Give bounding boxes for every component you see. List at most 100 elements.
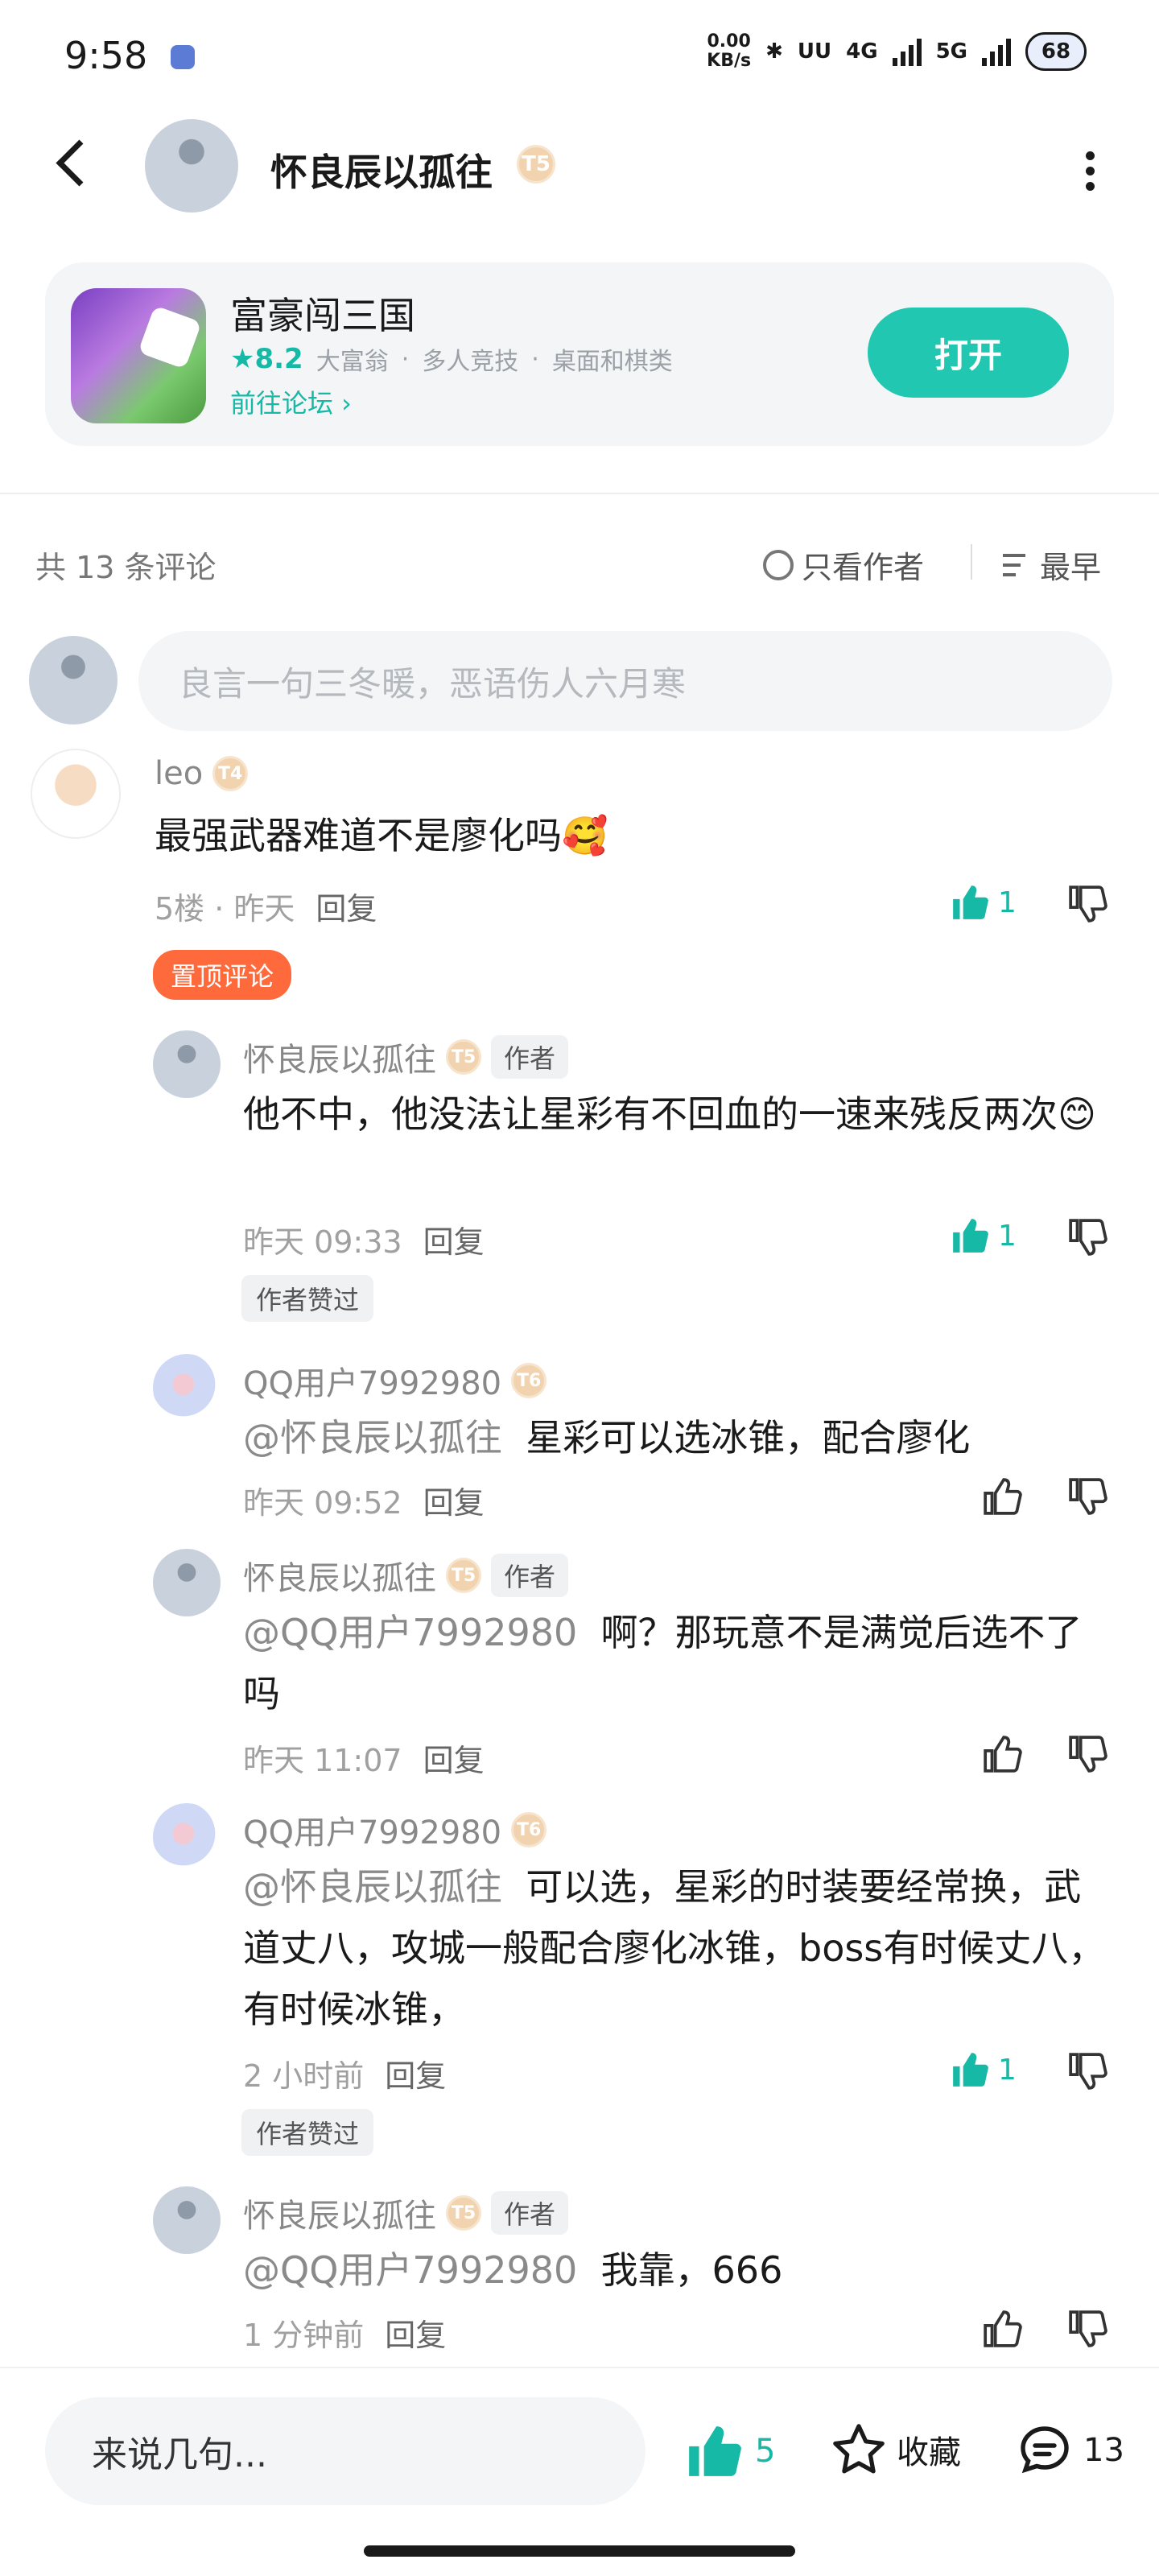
network-4g-label: 4G bbox=[846, 39, 878, 64]
comment-author: 怀良辰以孤往 T5 作者 bbox=[243, 1034, 569, 1080]
reply-input[interactable]: 来说几句... bbox=[45, 2397, 645, 2505]
signal-icon-2 bbox=[982, 37, 1011, 66]
game-tag: 大富翁 bbox=[316, 348, 389, 376]
pinned-badge: 置顶评论 bbox=[153, 950, 292, 1000]
home-indicator[interactable] bbox=[364, 2545, 795, 2557]
more-menu-icon[interactable] bbox=[1082, 151, 1098, 191]
only-author-toggle[interactable]: 只看作者 bbox=[763, 543, 924, 587]
game-title: 富豪闯三国 bbox=[230, 294, 415, 337]
comment-text: 他不中，他没法让星彩有不回血的一速来残反两次😊 bbox=[243, 1092, 1096, 1136]
reply-button[interactable]: 回复 bbox=[423, 1478, 485, 1522]
level-badge: T4 bbox=[212, 756, 249, 791]
reply-button[interactable]: 回复 bbox=[316, 884, 377, 928]
author-tag: 作者 bbox=[491, 1035, 569, 1079]
comment-meta: 2 小时前 回复 bbox=[243, 2051, 446, 2095]
thumbs-up-icon[interactable] bbox=[982, 1734, 1022, 1774]
comment-text: @QQ用户7992980 啊？那玩意不是满觉后选不了吗 bbox=[243, 1611, 1083, 1715]
avatar[interactable] bbox=[153, 1030, 221, 1098]
avatar[interactable] bbox=[153, 1803, 221, 1871]
comment-author: 怀良辰以孤往 T5 作者 bbox=[243, 1552, 569, 1599]
comment-bubble-icon bbox=[1021, 2426, 1069, 2474]
thumbs-up-filled-icon bbox=[950, 2050, 990, 2090]
game-app-icon[interactable] bbox=[71, 288, 206, 423]
comment-meta: 昨天 11:07 回复 bbox=[243, 1736, 485, 1780]
favorite-button[interactable]: 收藏 bbox=[831, 2421, 961, 2478]
avatar[interactable] bbox=[31, 749, 121, 839]
mention[interactable]: @QQ用户7992980 bbox=[243, 2248, 577, 2292]
reply-item: 怀良辰以孤往 T5 作者 @QQ用户7992980 我靠，666 1 分钟前 回… bbox=[0, 2186, 1159, 2355]
app-notification-icon bbox=[171, 45, 195, 69]
like-count: 1 bbox=[998, 1219, 1017, 1253]
like-count: 1 bbox=[998, 2053, 1017, 2087]
like-button[interactable]: 1 bbox=[950, 2050, 1017, 2090]
comment-text: @QQ用户7992980 我靠，666 bbox=[243, 2248, 783, 2292]
divider bbox=[0, 493, 1159, 494]
comment-text: @怀良辰以孤往 可以选，星彩的时装要经常换，武道丈八，攻城一般配合廖化冰锥，bo… bbox=[243, 1865, 1106, 2031]
thumbs-up-icon[interactable] bbox=[982, 2309, 1022, 2349]
avatar[interactable] bbox=[153, 1354, 221, 1422]
author-name[interactable]: 怀良辰以孤往 bbox=[270, 143, 493, 196]
reply-button[interactable]: 回复 bbox=[423, 1217, 485, 1261]
thumbs-down-icon[interactable] bbox=[1067, 884, 1107, 924]
mention[interactable]: @怀良辰以孤往 bbox=[243, 1416, 502, 1459]
thumbs-down-icon[interactable] bbox=[1067, 1217, 1107, 1257]
game-rating: ★8.2 bbox=[230, 343, 303, 375]
like-button[interactable]: 1 bbox=[950, 882, 1017, 923]
comment-input[interactable]: 良言一句三冬暖，恶语伤人六月寒 bbox=[138, 631, 1112, 731]
radio-icon[interactable] bbox=[763, 549, 794, 580]
tag-separator: · bbox=[531, 345, 539, 374]
my-avatar bbox=[29, 636, 118, 724]
reply-item: QQ用户7992980 T6 @怀良辰以孤往 可以选，星彩的时装要经常换，武道丈… bbox=[0, 1803, 1159, 2174]
network-5g-label: 5G bbox=[935, 39, 967, 64]
sort-toggle[interactable]: 最早 bbox=[1003, 543, 1101, 587]
bottom-action-bar: 来说几句... 5 收藏 13 bbox=[0, 2367, 1159, 2576]
avatar[interactable] bbox=[153, 2186, 221, 2254]
sort-label: 最早 bbox=[1040, 550, 1102, 585]
earbuds-icon: ᑌᑌ bbox=[797, 39, 832, 64]
comment-author: QQ用户7992980 T6 bbox=[243, 1806, 547, 1853]
comment-time: 5楼 · 昨天 bbox=[155, 891, 295, 927]
thumbs-up-filled-icon bbox=[689, 2426, 741, 2476]
comment-time: 昨天 11:07 bbox=[243, 1743, 402, 1778]
network-speed: 0.00 KB/s bbox=[707, 31, 752, 71]
level-badge: T5 bbox=[517, 145, 555, 184]
back-arrow-icon[interactable] bbox=[48, 135, 97, 192]
author-tag: 作者 bbox=[491, 1554, 569, 1597]
only-author-label: 只看作者 bbox=[802, 550, 925, 585]
game-meta: ★8.2 大富翁 · 多人竞技 · 桌面和棋类 bbox=[230, 341, 673, 377]
game-tag: 多人竞技 bbox=[422, 348, 519, 376]
thumbs-up-filled-icon bbox=[950, 1216, 990, 1256]
comment-count-label: 13 bbox=[1083, 2432, 1124, 2469]
comment-time: 昨天 09:33 bbox=[243, 1224, 402, 1260]
avatar[interactable] bbox=[153, 1549, 221, 1616]
reply-button[interactable]: 回复 bbox=[385, 2051, 446, 2095]
thumbs-down-icon[interactable] bbox=[1067, 1734, 1107, 1774]
like-count: 1 bbox=[998, 886, 1017, 919]
level-badge: T5 bbox=[446, 2195, 481, 2231]
thumbs-up-icon[interactable] bbox=[982, 1476, 1022, 1517]
game-tag: 桌面和棋类 bbox=[551, 348, 673, 376]
post-like-button[interactable]: 5 bbox=[684, 2421, 775, 2481]
thumbs-down-icon[interactable] bbox=[1067, 2051, 1107, 2091]
comment-meta: 5楼 · 昨天 回复 bbox=[155, 884, 377, 928]
comment-meta: 昨天 09:33 回复 bbox=[243, 1217, 485, 1261]
forum-link[interactable]: 前往论坛 › bbox=[230, 383, 352, 420]
like-button[interactable]: 1 bbox=[950, 1216, 1017, 1256]
author-avatar[interactable] bbox=[145, 119, 238, 213]
reply-button[interactable]: 回复 bbox=[385, 2310, 446, 2355]
tag-separator: · bbox=[401, 345, 410, 374]
reply-item: 怀良辰以孤往 T5 作者 @QQ用户7992980 啊？那玩意不是满觉后选不了吗… bbox=[0, 1549, 1159, 1778]
mention[interactable]: @QQ用户7992980 bbox=[243, 1611, 577, 1654]
thumbs-down-icon[interactable] bbox=[1067, 1476, 1107, 1517]
open-game-button[interactable]: 打开 bbox=[868, 308, 1069, 398]
reply-button[interactable]: 回复 bbox=[423, 1736, 485, 1780]
game-card[interactable]: 富豪闯三国 ★8.2 大富翁 · 多人竞技 · 桌面和棋类 前往论坛 › 打开 bbox=[45, 262, 1114, 446]
comment-item: leo T4 最强武器难道不是廖化吗🥰 5楼 · 昨天 回复 1 置顶评论 bbox=[0, 749, 1159, 1000]
mention[interactable]: @怀良辰以孤往 bbox=[243, 1865, 502, 1909]
thumbs-down-icon[interactable] bbox=[1067, 2309, 1107, 2349]
comment-meta: 昨天 09:52 回复 bbox=[243, 1478, 485, 1522]
separator bbox=[971, 544, 972, 580]
comment-count-button[interactable]: 13 bbox=[1016, 2421, 1124, 2479]
author-liked-tag: 作者赞过 bbox=[241, 2109, 374, 2156]
status-bar: 9:58 0.00 KB/s ✱ ᑌᑌ 4G 5G 68 bbox=[0, 0, 1159, 113]
